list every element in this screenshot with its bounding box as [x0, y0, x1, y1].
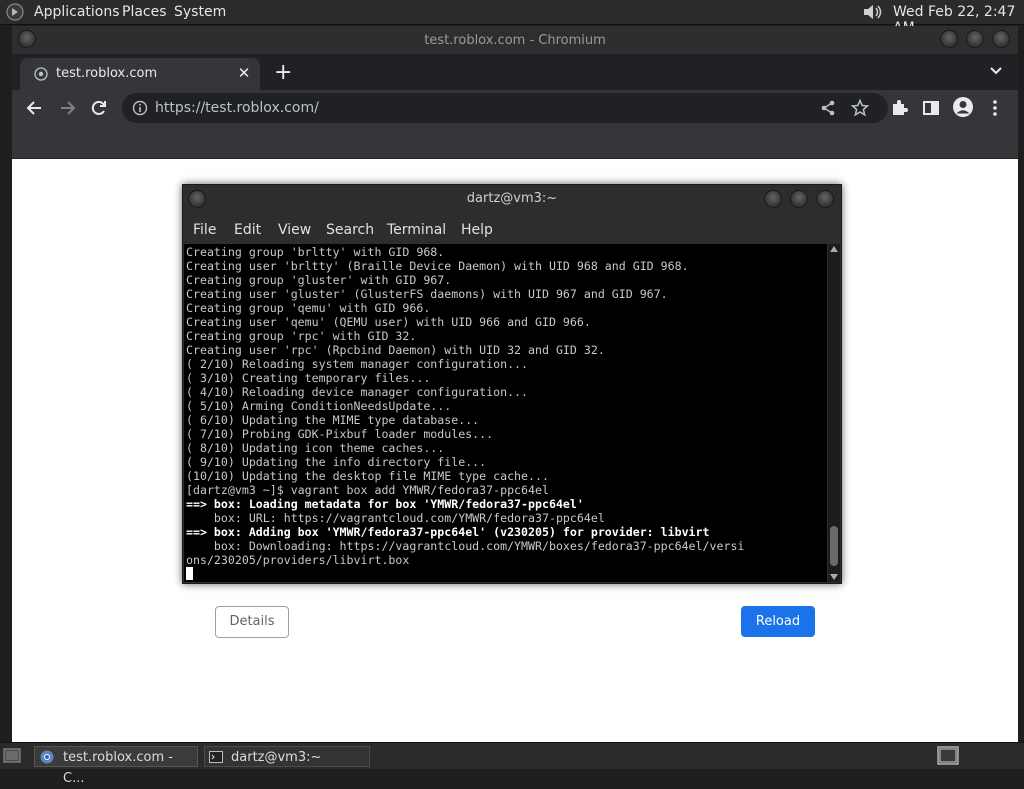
applications-menu[interactable]: Applications [34, 4, 120, 20]
taskbar-item-terminal[interactable]: dartz@vm3:~ [204, 746, 370, 767]
bookmark-star-icon[interactable] [850, 98, 870, 118]
browser-toolbar: https://test.roblox.com/ [12, 90, 1018, 126]
terminal-line: Creating group 'qemu' with GID 966. [186, 301, 431, 315]
terminal-menu-view[interactable]: View [278, 222, 311, 238]
distro-logo-icon[interactable] [6, 3, 24, 21]
close-tab-icon[interactable]: ✕ [236, 64, 252, 82]
terminal-line: ( 6/10) Updating the MIME type database.… [186, 413, 480, 427]
new-tab-button[interactable]: + [274, 60, 292, 85]
taskbar-item-chromium[interactable]: test.roblox.com - C... [34, 746, 198, 786]
terminal-maximize-button[interactable] [790, 190, 808, 208]
terminal-line: ( 7/10) Probing GDK-Pixbuf loader module… [186, 427, 494, 441]
show-desktop-icon[interactable] [3, 747, 21, 764]
top-panel: Applications Places System Wed Feb 22, 2… [0, 0, 1024, 36]
globe-icon [34, 67, 48, 81]
terminal-line: (10/10) Updating the desktop file MIME t… [186, 469, 549, 483]
terminal-line: box: URL: https://vagrantcloud.com/YMWR/… [186, 511, 605, 525]
terminal-window: dartz@vm3:~ File Edit View Search Termin… [182, 184, 842, 584]
terminal-menu-terminal[interactable]: Terminal [387, 222, 446, 238]
address-bar[interactable]: https://test.roblox.com/ [122, 93, 888, 123]
terminal-line: Creating group 'brltty' with GID 968. [186, 245, 445, 259]
terminal-line: Creating user 'gluster' (GlusterFS daemo… [186, 287, 668, 301]
bottom-taskbar: test.roblox.com - C... dartz@vm3:~ [0, 742, 1024, 786]
minimize-button[interactable] [940, 30, 958, 48]
window-title: test.roblox.com - Chromium [424, 33, 606, 48]
profile-avatar-icon[interactable] [952, 96, 974, 118]
details-button[interactable]: Details [215, 606, 289, 638]
volume-icon[interactable] [862, 3, 884, 21]
bookmarks-bar [12, 126, 1018, 158]
side-panel-icon[interactable] [921, 98, 941, 118]
terminal-line: ( 9/10) Updating the info directory file… [186, 455, 487, 469]
terminal-screen[interactable]: Creating group 'brltty' with GID 968. Cr… [184, 244, 827, 582]
terminal-title: dartz@vm3:~ [466, 191, 558, 206]
terminal-cursor [186, 567, 193, 580]
chevron-down-icon[interactable] [987, 62, 1005, 80]
taskbar-item-label: dartz@vm3:~ [231, 750, 322, 765]
close-window-button[interactable] [992, 30, 1010, 48]
tab-test-roblox[interactable]: test.roblox.com ✕ [20, 58, 260, 90]
terminal-close-button[interactable] [816, 190, 834, 208]
more-vert-icon[interactable] [985, 98, 1005, 118]
scroll-down-arrow-icon[interactable] [830, 574, 838, 580]
tab-title: test.roblox.com [56, 66, 158, 81]
system-menu[interactable]: System [174, 4, 226, 20]
terminal-line: Creating user 'brltty' (Braille Device D… [186, 259, 689, 273]
terminal-scrollbar[interactable] [828, 244, 840, 582]
maximize-button[interactable] [966, 30, 984, 48]
share-icon[interactable] [818, 98, 838, 118]
window-titlebar[interactable]: test.roblox.com - Chromium [12, 26, 1018, 54]
terminal-scrollbar-thumb[interactable] [830, 526, 838, 566]
terminal-line: [dartz@vm3 ~]$ vagrant box add YMWR/fedo… [186, 483, 549, 497]
terminal-minimize-button[interactable] [764, 190, 782, 208]
terminal-line: ( 5/10) Arming ConditionNeedsUpdate... [186, 399, 452, 413]
terminal-line: box: Downloading: https://vagrantcloud.c… [186, 539, 745, 553]
terminal-menu-file[interactable]: File [193, 222, 216, 238]
reload-button[interactable]: Reload [741, 606, 815, 637]
terminal-line: ==> box: Adding box 'YMWR/fedora37-ppc64… [186, 525, 710, 539]
tab-strip: test.roblox.com ✕ + [12, 54, 1018, 90]
terminal-menu-edit[interactable]: Edit [234, 222, 261, 238]
extensions-puzzle-icon[interactable] [889, 98, 909, 118]
terminal-menu-help[interactable]: Help [461, 222, 493, 238]
url-text[interactable]: https://test.roblox.com/ [155, 100, 319, 116]
chromium-icon [40, 750, 54, 764]
terminal-menu-search[interactable]: Search [326, 222, 374, 238]
terminal-output: Creating group 'brltty' with GID 968. Cr… [184, 244, 827, 581]
terminal-line: ==> box: Loading metadata for box 'YMWR/… [186, 497, 584, 511]
terminal-line: ( 4/10) Reloading device manager configu… [186, 385, 529, 399]
terminal-line: Creating user 'rpc' (Rpcbind Daemon) wit… [186, 343, 605, 357]
terminal-line: Creating user 'qemu' (QEMU user) with UI… [186, 315, 591, 329]
back-arrow-icon[interactable] [25, 98, 45, 118]
terminal-line: Creating group 'rpc' with GID 32. [186, 329, 417, 343]
terminal-line: Creating group 'gluster' with GID 967. [186, 273, 452, 287]
terminal-icon [209, 751, 223, 763]
scroll-up-arrow-icon[interactable] [830, 246, 838, 252]
terminal-line: ( 2/10) Reloading system manager configu… [186, 357, 529, 371]
info-icon[interactable] [132, 100, 148, 116]
terminal-line: ( 3/10) Creating temporary files... [186, 371, 431, 385]
forward-arrow-icon[interactable] [57, 98, 77, 118]
places-menu[interactable]: Places [122, 4, 167, 20]
terminal-line: ( 8/10) Updating icon theme caches... [186, 441, 445, 455]
taskbar-item-label: test.roblox.com - C... [63, 750, 173, 786]
reload-icon[interactable] [89, 98, 109, 118]
workspace-switcher-icon[interactable] [937, 746, 959, 765]
terminal-line: ons/230205/providers/libvirt.box [186, 553, 410, 567]
